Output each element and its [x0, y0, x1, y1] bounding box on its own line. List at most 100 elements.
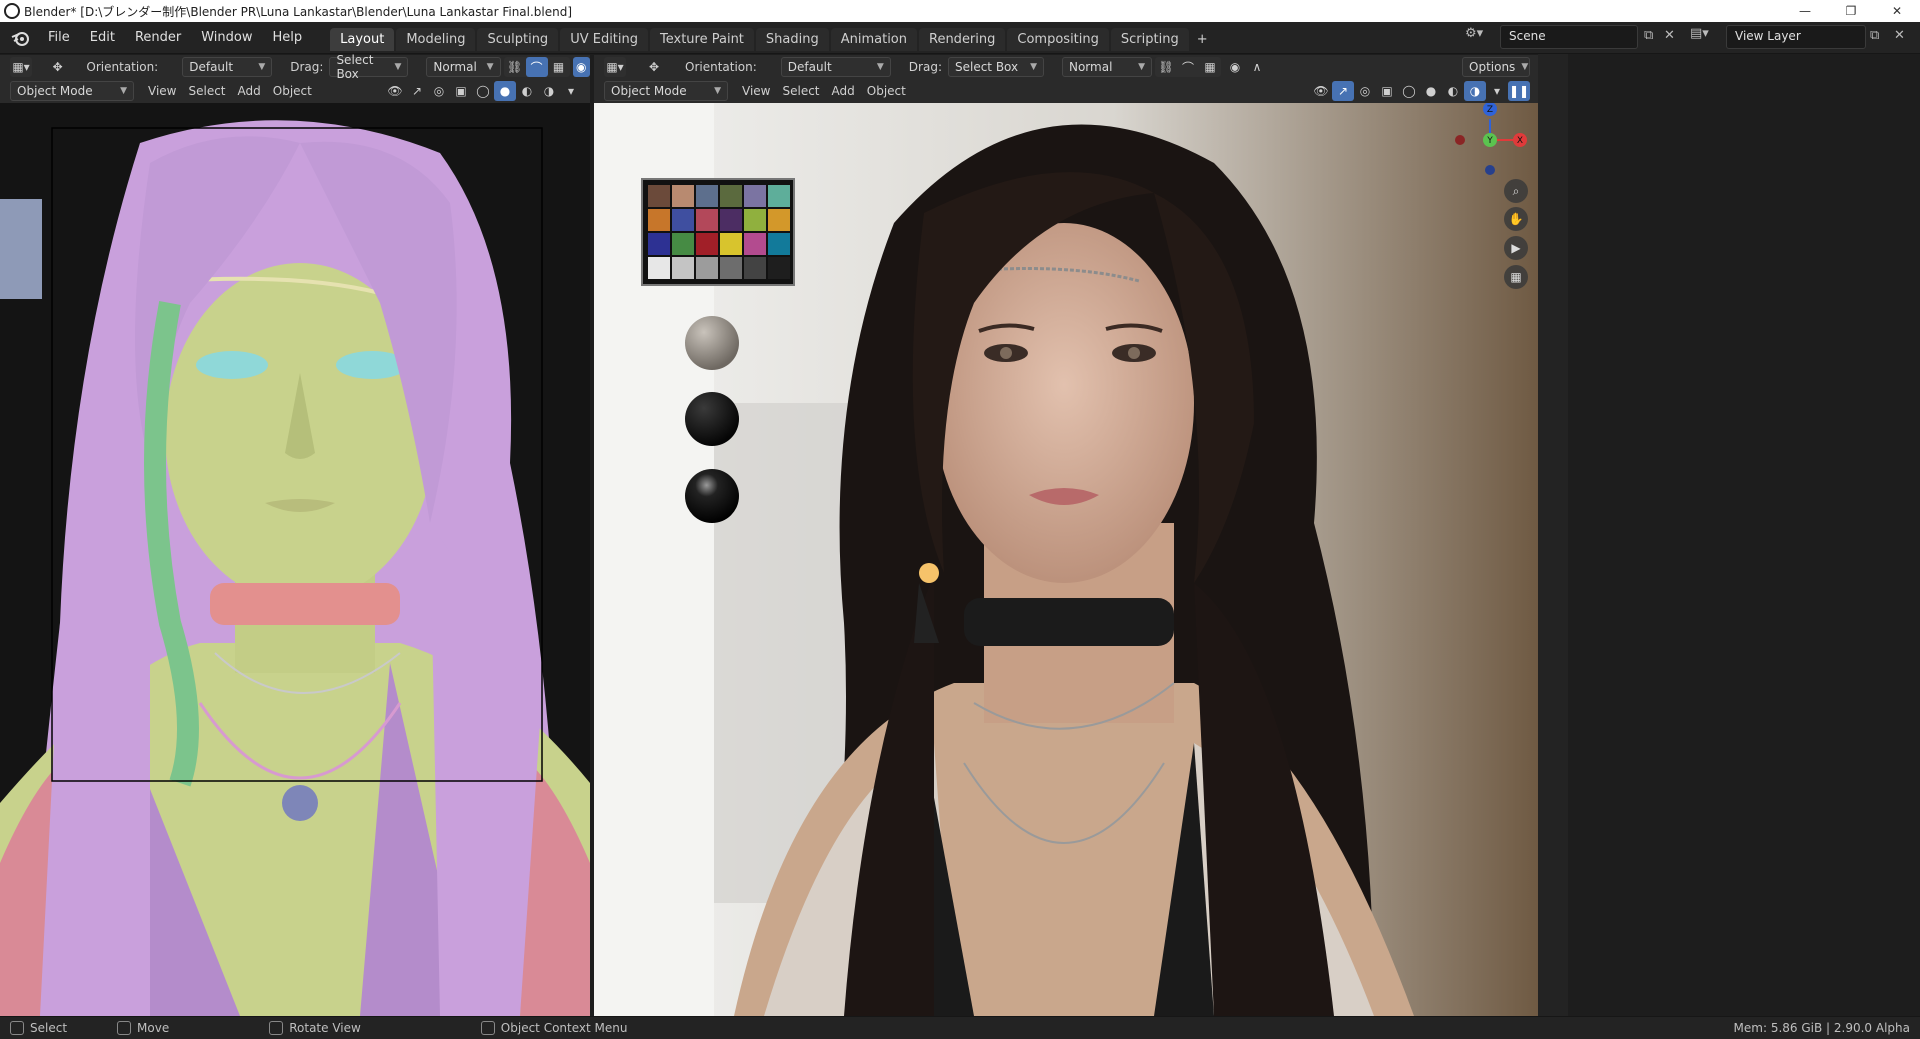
proportional-edit-icon[interactable]: ◉ [572, 57, 590, 77]
gizmo-toggle-icon[interactable]: ↗ [406, 81, 428, 101]
falloff-icon[interactable]: ∧ [1246, 57, 1268, 77]
view-layer-selector[interactable]: View Layer [1726, 25, 1866, 49]
snap-icon[interactable]: ⌒ [1177, 57, 1199, 77]
tab-compositing[interactable]: Compositing [1007, 27, 1109, 51]
top-bar: File Edit Render Window Help Layout Mode… [0, 22, 1920, 54]
orientation-dropdown[interactable]: Default ▼ [182, 57, 273, 77]
snap-grid-icon[interactable]: ▦ [1199, 57, 1221, 77]
chevron-down-icon: ▼ [714, 86, 721, 96]
options-dropdown[interactable]: Options ▼ [1462, 57, 1530, 77]
window-controls: — ❐ ✕ [1782, 0, 1920, 22]
overlay-icon[interactable]: ◎ [428, 81, 450, 101]
close-button[interactable]: ✕ [1874, 0, 1920, 22]
right-viewport[interactable]: Z Y X ⌕ ✋ ▶ ▦ [594, 103, 1538, 1016]
delete-scene-icon[interactable]: ✕ [1664, 28, 1675, 43]
menu-view[interactable]: View [742, 84, 770, 98]
gizmo-x-label: X [1517, 136, 1523, 146]
solid-shading-icon[interactable]: ● [494, 81, 516, 101]
visibility-icon[interactable]: 👁 [384, 81, 406, 101]
pause-render-icon[interactable]: ❚❚ [1508, 81, 1530, 101]
view-layer-icon[interactable]: ▤▾ [1690, 26, 1720, 48]
editor-type-button[interactable]: ▦▾ [604, 57, 626, 77]
editor-type-icon: ▦▾ [606, 60, 624, 74]
scene-icon[interactable]: ⚙▾ [1465, 26, 1495, 48]
transform-tool-icon[interactable]: ✥ [643, 57, 665, 77]
scene-selector[interactable]: Scene [1500, 25, 1638, 49]
tab-shading[interactable]: Shading [755, 27, 829, 51]
proportional-edit-icon[interactable]: ◉ [1224, 57, 1246, 77]
visibility-icon[interactable]: 👁 [1310, 81, 1332, 101]
menu-view[interactable]: View [148, 84, 176, 98]
orientation-dropdown[interactable]: Default ▼ [780, 57, 891, 77]
tab-sculpting[interactable]: Sculpting [477, 27, 559, 51]
menu-select[interactable]: Select [782, 84, 819, 98]
memory-info: Mem: 5.86 GiB | 2.90.0 Alpha [1733, 1021, 1910, 1035]
snap-icon[interactable]: ⌒ [525, 57, 548, 77]
menu-select[interactable]: Select [188, 84, 225, 98]
left-viewport[interactable] [0, 103, 590, 1016]
delete-view-layer-icon[interactable]: ✕ [1894, 28, 1905, 43]
link-icon[interactable]: ⛓ [1155, 57, 1177, 77]
overlay-icon[interactable]: ◎ [1354, 81, 1376, 101]
color-checker [641, 178, 795, 286]
orientation-value: Default [189, 60, 234, 74]
color-checker-swatch [672, 185, 694, 207]
drag-dropdown[interactable]: Select Box ▼ [947, 57, 1044, 77]
editor-type-button[interactable]: ▦▾ [10, 57, 32, 77]
restore-button[interactable]: ❐ [1828, 0, 1874, 22]
menu-add[interactable]: Add [832, 84, 855, 98]
drag-dropdown[interactable]: Select Box ▼ [329, 53, 409, 81]
add-workspace-button[interactable]: + [1191, 28, 1214, 51]
menu-add[interactable]: Add [238, 84, 261, 98]
tab-rendering[interactable]: Rendering [919, 27, 1006, 51]
shading-options-icon[interactable]: ▾ [560, 81, 582, 101]
menu-window[interactable]: Window [191, 30, 262, 45]
xray-icon[interactable]: ▣ [1376, 81, 1398, 101]
menu-object[interactable]: Object [867, 84, 906, 98]
menu-edit[interactable]: Edit [80, 30, 125, 45]
menu-render[interactable]: Render [125, 30, 191, 45]
xray-icon[interactable]: ▣ [450, 81, 472, 101]
blender-menu-icon[interactable] [6, 24, 34, 52]
material-shading-icon[interactable]: ◐ [516, 81, 538, 101]
wireframe-shading-icon[interactable]: ◯ [472, 81, 494, 101]
workspace-tabs: Layout Modeling Sculpting UV Editing Tex… [330, 25, 1215, 51]
material-shading-icon[interactable]: ◐ [1442, 81, 1464, 101]
link-icon[interactable]: ⛓ [504, 57, 526, 77]
menu-object[interactable]: Object [273, 84, 312, 98]
tab-animation[interactable]: Animation [830, 27, 917, 51]
solid-shading-icon[interactable]: ● [1420, 81, 1442, 101]
rendered-shading-icon[interactable]: ◑ [538, 81, 560, 101]
transform-value: Normal [1068, 60, 1113, 74]
gizmo-neg-z[interactable] [1485, 165, 1495, 175]
mode-dropdown[interactable]: Object Mode ▼ [10, 81, 134, 101]
tab-modeling[interactable]: Modeling [396, 27, 476, 51]
menu-file[interactable]: File [38, 30, 80, 45]
transform-pivot-dropdown[interactable]: Normal ▼ [1061, 57, 1152, 77]
new-view-layer-icon[interactable]: ⧉ [1870, 28, 1879, 43]
shading-options-icon[interactable]: ▾ [1486, 81, 1508, 101]
new-scene-icon[interactable]: ⧉ [1644, 28, 1653, 43]
svg-text:✋: ✋ [1509, 212, 1524, 226]
tab-layout[interactable]: Layout [330, 27, 395, 51]
main-menu: File Edit Render Window Help [38, 30, 312, 45]
tab-scripting[interactable]: Scripting [1110, 27, 1189, 51]
mode-dropdown[interactable]: Object Mode ▼ [604, 81, 728, 101]
snap-grid-icon[interactable]: ▦ [548, 57, 570, 77]
tab-texture-paint[interactable]: Texture Paint [650, 27, 754, 51]
transform-tool-icon[interactable]: ✥ [49, 57, 66, 77]
tab-uv-editing[interactable]: UV Editing [560, 27, 649, 51]
rendered-shading-icon[interactable]: ◑ [1464, 81, 1486, 101]
properties-tabs-strip [1538, 54, 1568, 1016]
svg-text:▦: ▦ [1510, 270, 1521, 284]
color-checker-swatch [696, 185, 718, 207]
menu-help[interactable]: Help [263, 30, 313, 45]
gizmo-toggle-icon[interactable]: ↗ [1332, 81, 1354, 101]
status-rotate-label: Rotate View [289, 1021, 361, 1035]
wireframe-shading-icon[interactable]: ◯ [1398, 81, 1420, 101]
gizmo-neg-x[interactable] [1455, 135, 1465, 145]
mouse-left-icon [10, 1021, 24, 1035]
minimize-button[interactable]: — [1782, 0, 1828, 22]
side-panel-tab [0, 199, 42, 299]
transform-pivot-dropdown[interactable]: Normal ▼ [426, 57, 501, 77]
